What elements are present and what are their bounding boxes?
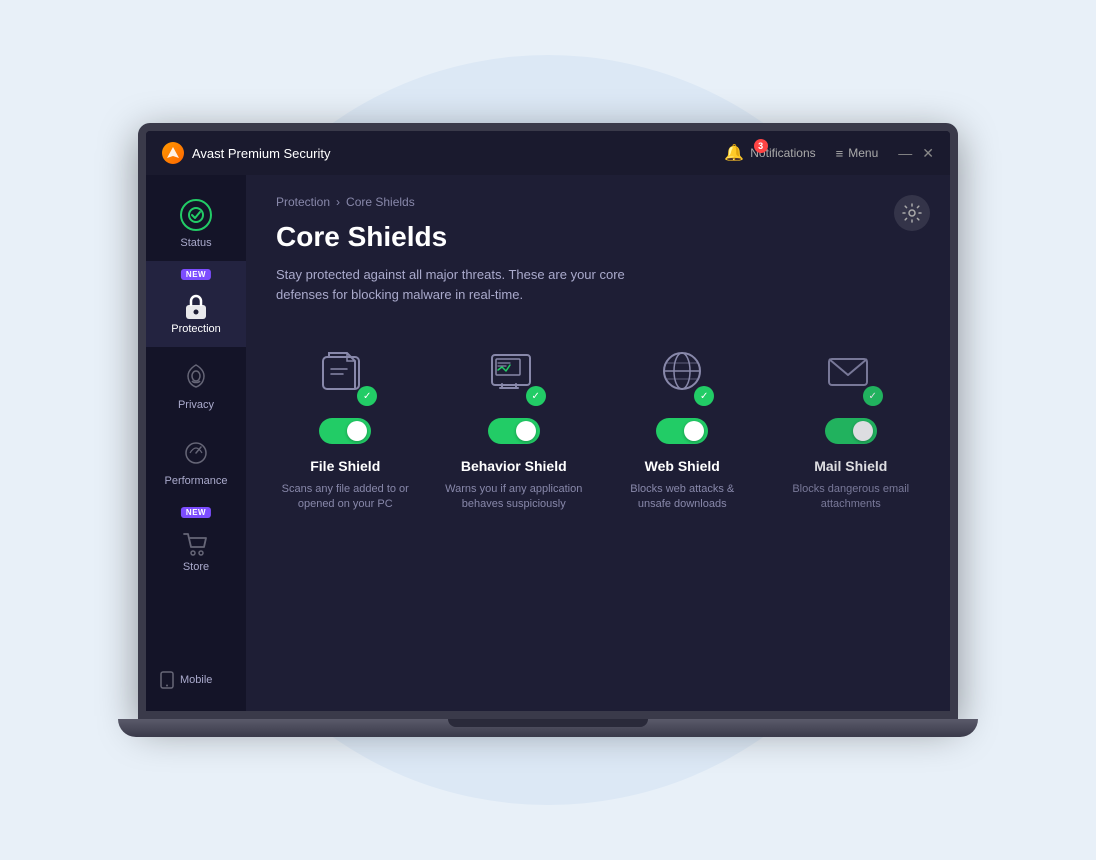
mail-shield-toggle[interactable]: ✓	[825, 418, 877, 444]
file-shield-toggle-wrap: ✓	[319, 418, 371, 444]
main-content: Status NEW Protection	[146, 175, 950, 711]
store-new-badge: NEW	[181, 507, 211, 518]
mail-shield-check: ✓	[863, 386, 883, 406]
behavior-shield-desc: Warns you if any application behaves sus…	[445, 482, 584, 513]
title-bar-left: Avast Premium Security	[162, 142, 330, 164]
mail-shield-desc: Blocks dangerous email attachments	[782, 482, 921, 513]
sidebar-item-status[interactable]: Status	[146, 185, 246, 261]
sidebar-item-store[interactable]: NEW Store	[146, 499, 246, 585]
web-shield-card: ✓ ✓ Web Shield Blocks web attacks & unsa…	[613, 344, 752, 513]
file-shield-check: ✓	[357, 386, 377, 406]
file-shield-card: ✓ ✓ File Shield Scans any file added to …	[276, 344, 415, 513]
sidebar-item-privacy[interactable]: Privacy	[146, 347, 246, 423]
mobile-label: Mobile	[180, 674, 212, 686]
protection-new-badge: NEW	[181, 269, 211, 280]
title-bar-right: 3 🔔 Notifications ≡ Menu — ✕	[724, 143, 934, 163]
breadcrumb-current: Core Shields	[346, 195, 415, 209]
web-shield-toggle[interactable]: ✓	[656, 418, 708, 444]
web-shield-desc: Blocks web attacks & unsafe downloads	[613, 482, 752, 513]
web-shield-check: ✓	[694, 386, 714, 406]
sidebar-bottom: Mobile	[146, 659, 246, 701]
sidebar-protection-label: Protection	[171, 323, 221, 335]
behavior-shield-toggle-wrap: ✓	[488, 418, 540, 444]
behavior-shield-name: Behavior Shield	[461, 458, 567, 474]
mail-shield-icon: ✓	[821, 344, 881, 404]
app-title: Avast Premium Security	[192, 146, 330, 161]
file-shield-desc: Scans any file added to or opened on you…	[276, 482, 415, 513]
sidebar-store-label: Store	[183, 561, 209, 573]
page-title: Core Shields	[276, 221, 920, 253]
app-window: Avast Premium Security 3 🔔 Notifications…	[146, 131, 950, 711]
avast-logo	[162, 142, 184, 164]
sidebar: Status NEW Protection	[146, 175, 246, 711]
sidebar-item-mobile[interactable]: Mobile	[146, 659, 246, 701]
laptop-notch	[448, 719, 648, 727]
protection-lock-icon	[180, 291, 212, 323]
laptop-wrapper: Avast Premium Security 3 🔔 Notifications…	[118, 123, 978, 737]
breadcrumb-parent[interactable]: Protection	[276, 195, 330, 209]
breadcrumb: Protection › Core Shields	[276, 195, 920, 209]
web-shield-name: Web Shield	[645, 458, 720, 474]
shields-row: ✓ ✓ File Shield Scans any file added to …	[276, 344, 920, 513]
settings-gear-button[interactable]	[894, 195, 930, 231]
page-subtitle: Stay protected against all major threats…	[276, 265, 656, 304]
store-cart-icon	[180, 529, 212, 561]
behavior-shield-check: ✓	[526, 386, 546, 406]
web-shield-toggle-wrap: ✓	[656, 418, 708, 444]
close-button[interactable]: ✕	[922, 146, 934, 160]
file-shield-icon: ✓	[315, 344, 375, 404]
sidebar-item-protection[interactable]: NEW Protection	[146, 261, 246, 347]
laptop-base	[118, 719, 978, 737]
title-bar: Avast Premium Security 3 🔔 Notifications…	[146, 131, 950, 175]
menu-label: Menu	[848, 146, 878, 160]
behavior-shield-icon: ✓	[484, 344, 544, 404]
behavior-shield-toggle[interactable]: ✓	[488, 418, 540, 444]
sidebar-privacy-label: Privacy	[178, 399, 214, 411]
notifications-button[interactable]: 3 🔔 Notifications	[724, 143, 815, 163]
privacy-icon	[178, 359, 214, 395]
file-shield-toggle[interactable]: ✓	[319, 418, 371, 444]
sidebar-performance-label: Performance	[165, 475, 228, 487]
breadcrumb-separator: ›	[336, 195, 340, 209]
sidebar-status-label: Status	[180, 237, 211, 249]
notification-badge: 3	[754, 139, 768, 153]
minimize-button[interactable]: —	[898, 146, 912, 160]
mail-shield-name: Mail Shield	[814, 458, 887, 474]
window-controls: — ✕	[898, 146, 934, 160]
laptop-screen: Avast Premium Security 3 🔔 Notifications…	[138, 123, 958, 719]
content-area: Protection › Core Shields Core Shields S…	[246, 175, 950, 711]
performance-icon	[178, 435, 214, 471]
check-circle-icon	[180, 199, 212, 231]
behavior-shield-card: ✓ ✓ Behavior Shield Warns you if any app…	[445, 344, 584, 513]
sidebar-item-performance[interactable]: Performance	[146, 423, 246, 499]
menu-button[interactable]: ≡ Menu	[836, 146, 879, 161]
mail-shield-toggle-wrap: ✓	[825, 418, 877, 444]
file-shield-name: File Shield	[310, 458, 380, 474]
hamburger-icon: ≡	[836, 146, 844, 161]
mail-shield-card: ✓ ✓ Mail Shield Blocks dangerous email a…	[782, 344, 921, 513]
status-icon	[178, 197, 214, 233]
web-shield-icon: ✓	[652, 344, 712, 404]
bell-icon: 🔔	[724, 143, 744, 163]
